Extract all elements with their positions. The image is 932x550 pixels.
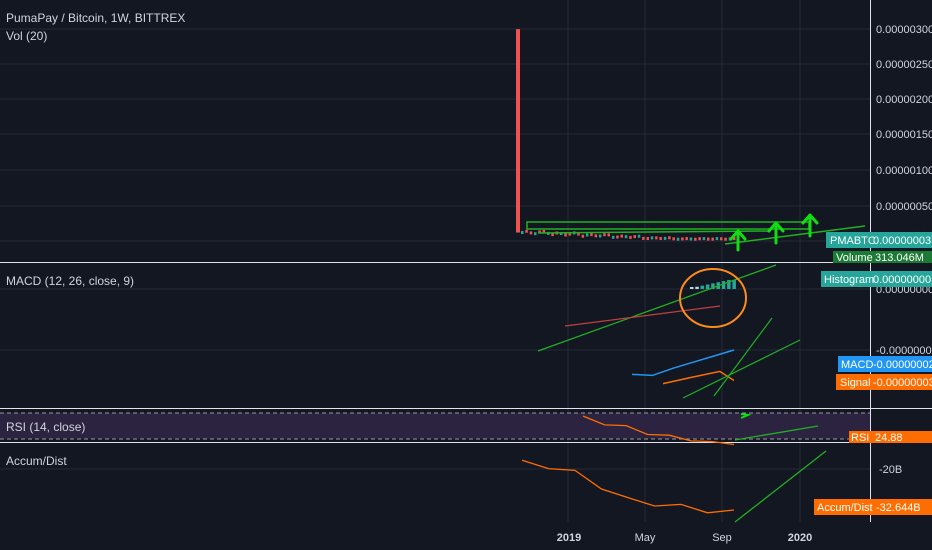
signal-value: -0.00000003 [873,377,932,389]
price-candle [624,235,628,239]
price-candle [564,233,567,237]
price-candle [620,234,623,238]
accum-label: Accum/Dist [6,454,67,468]
price-candle [707,237,710,241]
pmabtc-name: PMABTC [830,235,876,247]
price-tick: 0.00000300 [876,24,932,36]
price-candle [516,29,520,233]
time-label: May [635,532,656,544]
price-candle [659,237,662,240]
volume-value: 313.046M [875,252,924,264]
rsi-badge: RSI 24.88 [849,431,932,444]
macd-tick: -0.00000002 [876,345,932,357]
price-candle [663,236,667,240]
price-candle [642,236,645,240]
price-candle [681,237,684,241]
histogram-bar [721,281,726,289]
price-candle [607,233,610,237]
price-candle [637,234,641,238]
price-candle [655,236,658,240]
price-candle [720,237,723,241]
price-candle [521,231,524,234]
price-candle [603,233,606,237]
histogram-bar [732,280,736,289]
price-candle [685,237,688,241]
accum-axis[interactable]: -20B [879,464,902,476]
histogram-bar [705,284,710,289]
price-candle [698,237,701,241]
symbol-title: PumaPay / Bitcoin, 1W, BITTREX [6,11,185,25]
price-candle [633,235,636,239]
price-candle [646,237,649,240]
rsi-name: RSI [851,432,869,444]
accum-badge: Accum/Dist -32.644B [814,499,932,515]
price-tick: 0.00000150 [876,129,932,141]
price-tick: 0.00000100 [876,165,932,177]
time-label: 2019 [557,532,581,544]
price-candle [585,233,589,237]
price-candle [672,237,675,241]
price-candle [611,235,615,239]
vol-label: Vol (20) [6,29,47,43]
trading-chart[interactable]: PumaPay / Bitcoin, 1W, BITTREX Vol (20) … [0,0,932,550]
volume-badge: Volume 313.046M [833,251,932,264]
price-candle [590,233,593,237]
macd-badge: MACD -0.00000002 [838,356,932,372]
accum-value: -32.644B [876,502,921,514]
pmabtc-value: 0.00000003 [873,235,931,247]
signal-name: Signal [840,377,871,389]
price-candle [594,234,598,238]
histogram-bar [700,285,705,289]
price-candle [711,237,714,241]
rsi-band [0,413,870,439]
histogram-bar [690,287,694,289]
price-candle [676,237,680,241]
histogram-badge: Histogram 0.00000000 [821,271,932,287]
accum-name: Accum/Dist [817,502,873,514]
price-candle [529,231,533,235]
price-tick: 0.00000250 [876,59,932,71]
macd-label: MACD (12, 26, close, 9) [6,274,134,288]
price-candle [534,232,537,236]
price-candle [715,237,719,241]
price-tick: 0.00000200 [876,94,932,106]
rsi-label: RSI (14, close) [6,420,85,434]
histogram-value: 0.00000000 [873,274,931,286]
price-candle [598,234,602,238]
accum-tick: -20B [879,464,902,476]
price-candle [525,229,528,233]
rsi-value: 24.88 [875,432,903,444]
price-candle [668,236,671,240]
price-candle [702,237,706,241]
price-tick: 0.00000050 [876,201,932,213]
histogram-name: Histogram [824,274,874,286]
time-label: Sep [712,532,732,544]
price-candle [689,237,693,241]
price-candle [694,237,697,241]
price-candle [581,234,585,238]
price-candle [650,236,654,240]
histogram-bar [695,286,699,289]
macd-value: -0.00000002 [873,359,932,371]
price-candle [629,235,632,239]
price-candle [616,235,619,239]
pmabtc-badge: PMABTC 0.00000003 [826,232,932,248]
time-label: 2020 [788,532,812,544]
macd-name: MACD [841,359,873,371]
price-candle [724,237,727,241]
signal-badge: Signal -0.00000003 [836,374,932,390]
volume-name: Volume [836,252,873,264]
